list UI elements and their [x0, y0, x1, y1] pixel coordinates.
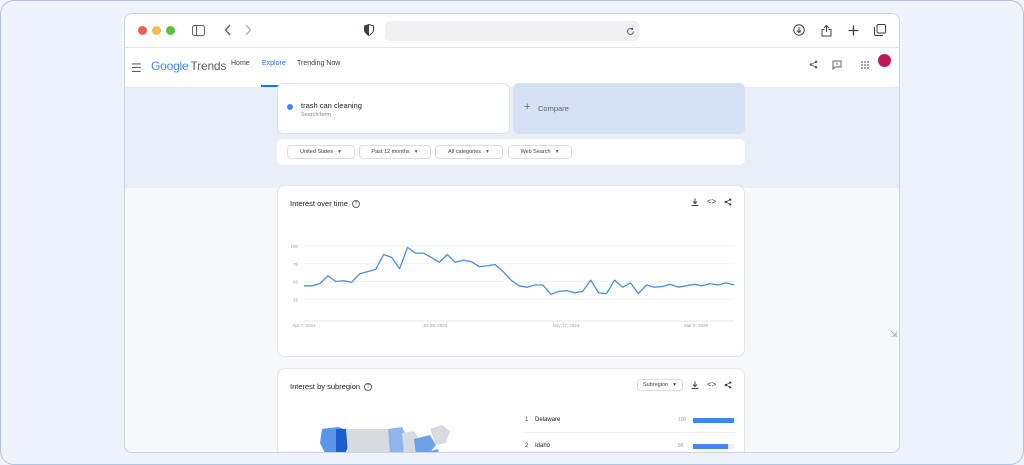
downloads-icon[interactable]: [792, 23, 806, 37]
filter-time-label: Past 12 months: [371, 149, 410, 155]
caret-down-icon: ▼: [554, 149, 560, 155]
caret-down-icon: ▼: [413, 149, 419, 155]
search-hero-band: [125, 88, 899, 188]
interest-by-subregion-title-text: Interest by subregion: [290, 382, 361, 391]
embed-icon[interactable]: <>: [707, 380, 716, 389]
filter-time-range[interactable]: Past 12 months ▼: [359, 145, 431, 159]
feedback-icon[interactable]: [832, 60, 842, 73]
nav-explore[interactable]: Explore: [262, 60, 286, 67]
reload-icon[interactable]: [623, 24, 637, 38]
nav-trending-now[interactable]: Trending Now: [297, 60, 340, 67]
avatar[interactable]: [878, 54, 891, 67]
browser-toolbar: [125, 14, 899, 48]
close-window-button[interactable]: [138, 26, 147, 35]
caret-down-icon: ▼: [485, 149, 490, 155]
filter-bar: United States ▼ Past 12 months ▼ All cat…: [277, 139, 745, 165]
nav-home[interactable]: Home: [231, 60, 250, 67]
subregion-bar-track: [693, 418, 734, 423]
share-page-icon[interactable]: [809, 60, 818, 72]
google-trends-logo[interactable]: Google Trends: [151, 59, 226, 73]
subregion-bar-track: [693, 444, 734, 449]
address-bar[interactable]: [385, 21, 639, 41]
sidebar-toggle-icon[interactable]: [191, 23, 205, 37]
caret-down-icon: ▼: [337, 149, 342, 155]
compare-label: Compare: [538, 104, 569, 113]
share-icon[interactable]: [819, 23, 833, 37]
logo-google-text: Google: [151, 59, 189, 73]
minimize-window-button[interactable]: [152, 26, 161, 35]
filter-search-type-label: Web Search: [520, 149, 551, 155]
x-tick-label: Mar 9, 2025: [684, 323, 709, 328]
new-tab-icon[interactable]: [846, 23, 860, 37]
subregion-rank: 2: [525, 443, 529, 449]
subregion-row[interactable]: 1 Delaware 100: [523, 411, 735, 433]
resize-handle-icon[interactable]: ⇲: [890, 329, 898, 340]
subregion-select-label: Subregion: [642, 382, 669, 388]
interest-by-subregion-title: Interest by subregion?: [290, 382, 373, 392]
y-tick-label: 75: [293, 262, 299, 267]
series-color-dot: [287, 104, 293, 110]
privacy-shield-icon[interactable]: [362, 23, 376, 37]
subregion-name: Idaho: [535, 443, 551, 449]
trends-header: ☰ Google Trends Home Explore Trending Now: [125, 48, 899, 88]
subregion-name: Delaware: [535, 417, 561, 423]
search-term-card[interactable]: trash can cleaning Search term: [277, 83, 510, 134]
x-tick-label: Apr 7, 2024: [292, 323, 316, 328]
subregion-row[interactable]: 2 Idaho 86: [523, 437, 735, 452]
forward-icon[interactable]: [241, 23, 255, 37]
interest-by-subregion-panel: Interest by subregion? Subregion ▼ <> 1 …: [277, 368, 745, 453]
caret-down-icon: ▼: [672, 382, 678, 388]
subregion-rank: 1: [525, 417, 529, 423]
search-term[interactable]: trash can cleaning: [301, 101, 362, 110]
filter-category[interactable]: All categories ▼: [435, 145, 503, 159]
browser-window: ☰ Google Trends Home Explore Trending Now…: [124, 13, 900, 453]
logo-trends-text: Trends: [190, 59, 227, 73]
compare-card[interactable]: + Compare: [513, 83, 745, 134]
filter-search-type[interactable]: Web Search ▼: [508, 145, 572, 159]
subregion-value: 86: [678, 443, 684, 449]
y-tick-label: 100: [290, 244, 298, 249]
x-tick-label: Jul 28, 2024: [423, 323, 448, 328]
search-term-type: Search term: [301, 112, 331, 118]
help-icon[interactable]: ?: [364, 383, 373, 392]
interest-line-chart: 100 75 50 25 Apr 7, 2024 Jul 28, 2024 Nov 17, …: [290, 244, 735, 328]
share-map-icon[interactable]: [724, 381, 732, 391]
tab-overview-icon[interactable]: [873, 23, 887, 37]
subregion-value: 100: [678, 417, 687, 423]
y-tick-label: 25: [293, 297, 299, 302]
filter-category-label: All categories: [448, 149, 482, 155]
filter-location[interactable]: United States ▼: [287, 145, 355, 159]
us-subregion-map[interactable]: [318, 425, 478, 453]
back-icon[interactable]: [221, 23, 235, 37]
filter-location-label: United States: [300, 149, 334, 155]
y-tick-label: 50: [293, 280, 299, 285]
series-line[interactable]: [304, 246, 735, 295]
interest-over-time-panel: Interest over time? <> 100 75 50 25 Apr 7, 2…: [277, 185, 745, 357]
subregion-select[interactable]: Subregion ▼: [637, 379, 683, 391]
apps-grid-icon[interactable]: [861, 61, 869, 72]
subregion-bar-fill: [693, 418, 734, 423]
plus-icon: +: [524, 101, 531, 113]
download-icon[interactable]: [691, 381, 699, 391]
menu-icon[interactable]: ☰: [131, 61, 142, 75]
x-tick-label: Nov 17, 2024: [553, 323, 580, 328]
subregion-bar-fill: [693, 444, 729, 449]
maximize-window-button[interactable]: [166, 26, 175, 35]
